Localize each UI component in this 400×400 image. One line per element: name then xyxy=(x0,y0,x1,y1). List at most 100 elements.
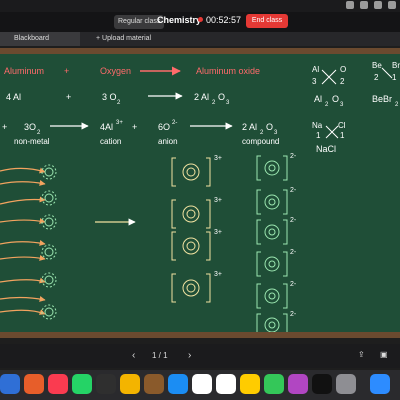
tab-blackboard[interactable]: Blackboard xyxy=(0,32,80,46)
cl-charge: 1 xyxy=(340,131,345,140)
control-center-icon[interactable] xyxy=(388,1,396,9)
br-charge: 1 xyxy=(392,73,397,82)
bebr2-formula: BeBr xyxy=(372,94,392,104)
chat-icon[interactable]: ▣ xyxy=(380,350,388,359)
blackboard-canvas[interactable]: Aluminum + Oxygen Aluminum oxide 4 Al + … xyxy=(0,48,400,338)
subject-title: Chemistry xyxy=(157,15,202,25)
compound-formula: 2 Al xyxy=(242,122,257,132)
facetime-app-icon[interactable] xyxy=(96,374,116,394)
na-symbol: Na xyxy=(312,121,323,130)
electron-transfer-arrows xyxy=(0,167,46,315)
cross-icon xyxy=(381,67,393,79)
be-charge: 2 xyxy=(374,73,379,82)
crisscross-result: Al xyxy=(314,94,322,104)
subscript: 2 xyxy=(37,130,41,136)
tab-upload-label: Upload material xyxy=(102,35,152,42)
timer-value: 00:52:57 xyxy=(206,15,242,25)
finder-app-icon[interactable] xyxy=(0,374,20,394)
anion-charge: 2- xyxy=(290,187,297,194)
oxygen-atoms xyxy=(41,164,57,320)
superscript: 2- xyxy=(172,120,177,126)
o2-molecule: 3O xyxy=(24,122,36,132)
crisscross-3: 3 xyxy=(312,77,317,86)
cross-icon xyxy=(321,69,337,85)
stickies-app-icon[interactable] xyxy=(240,374,260,394)
music-app-icon[interactable] xyxy=(48,374,68,394)
launchpad-app-icon[interactable] xyxy=(24,374,44,394)
tab-blackboard-label: Blackboard xyxy=(14,35,50,42)
wifi-icon[interactable] xyxy=(346,1,354,9)
end-class-button[interactable]: End class xyxy=(246,14,288,28)
word-aluminum: Aluminum xyxy=(4,66,44,76)
crisscross-2: 2 xyxy=(340,77,345,86)
be-symbol: Be xyxy=(372,61,382,70)
al-cation: 4Al xyxy=(100,122,113,132)
board-toolbar: ‹ 1 / 1 › ⇪ ▣ xyxy=(0,344,400,368)
nacl-formula: NaCl xyxy=(316,144,336,154)
anion-charge: 2- xyxy=(290,217,297,224)
plus-sign-2: + xyxy=(66,92,71,102)
chalk-drawing: Aluminum + Oxygen Aluminum oxide 4 Al + … xyxy=(0,61,400,332)
label-compound: compound xyxy=(242,137,279,146)
tab-bar: Blackboard + Upload material xyxy=(0,32,400,46)
plus-sign: + xyxy=(64,66,69,76)
upload-icon[interactable]: ⇪ xyxy=(358,350,365,359)
subscript: 2 xyxy=(117,100,121,106)
label-non-metal: non-metal xyxy=(14,137,50,146)
tab-upload-material[interactable]: + Upload material xyxy=(96,32,151,46)
label-anion: anion xyxy=(158,137,178,146)
cross-icon xyxy=(325,125,339,139)
app-store-icon[interactable] xyxy=(168,374,188,394)
subscript: 2 xyxy=(260,130,264,136)
system-settings-app-icon[interactable] xyxy=(336,374,356,394)
reminders-app-icon[interactable] xyxy=(216,374,236,394)
apple-tv-app-icon[interactable] xyxy=(312,374,332,394)
o-anion: 6O xyxy=(158,122,170,132)
crisscross-o: O xyxy=(340,65,346,74)
zoom-app-icon[interactable] xyxy=(370,374,390,394)
cl-symbol: Cl xyxy=(338,121,346,130)
photos-app-icon[interactable] xyxy=(120,374,140,394)
messages-app-icon[interactable] xyxy=(264,374,284,394)
word-oxygen: Oxygen xyxy=(100,66,131,76)
product-o: O xyxy=(218,92,225,102)
product-o: O xyxy=(266,122,273,132)
reactant-o2: 3 O xyxy=(102,92,117,102)
calendar-app-icon[interactable] xyxy=(192,374,212,394)
subscript: 3 xyxy=(274,130,278,136)
subscript: 3 xyxy=(226,100,230,106)
dock xyxy=(0,370,400,400)
anion-charge: 2- xyxy=(290,311,297,318)
anion-charge: 2- xyxy=(290,281,297,288)
cation-charge: 3+ xyxy=(214,229,222,236)
anion-charge: 2- xyxy=(290,153,297,160)
search-icon[interactable] xyxy=(374,1,382,9)
product-al2o3: 2 Al xyxy=(194,92,209,102)
cation-charge: 3+ xyxy=(214,271,222,278)
next-page-icon[interactable]: › xyxy=(188,350,191,361)
recording-dot-icon xyxy=(198,17,203,22)
crisscross-al: Al xyxy=(312,65,319,74)
podcasts-app-icon[interactable] xyxy=(288,374,308,394)
word-aluminum-oxide: Aluminum oxide xyxy=(196,66,260,76)
reactant-al: 4 Al xyxy=(6,92,21,102)
subscript: 2 xyxy=(212,100,216,106)
label-cation: cation xyxy=(100,137,121,146)
class-timer: 00:52:57 xyxy=(198,15,241,25)
al-cations xyxy=(171,157,211,303)
o-anions xyxy=(256,155,288,332)
subscript: 2 xyxy=(395,102,399,108)
anion-charge: 2- xyxy=(290,249,297,256)
cation-charge: 3+ xyxy=(214,155,222,162)
page-indicator: 1 / 1 xyxy=(152,351,168,360)
system-menubar xyxy=(0,0,400,12)
crisscross-result-o: O xyxy=(332,94,339,104)
plus-sign-4: + xyxy=(132,122,137,132)
subscript: 2 xyxy=(325,102,329,108)
previous-page-icon[interactable]: ‹ xyxy=(132,350,135,361)
superscript: 3+ xyxy=(116,120,123,126)
flag-icon[interactable] xyxy=(360,1,368,9)
subscript: 3 xyxy=(340,102,344,108)
notes-app-icon[interactable] xyxy=(144,374,164,394)
whatsapp-app-icon[interactable] xyxy=(72,374,92,394)
